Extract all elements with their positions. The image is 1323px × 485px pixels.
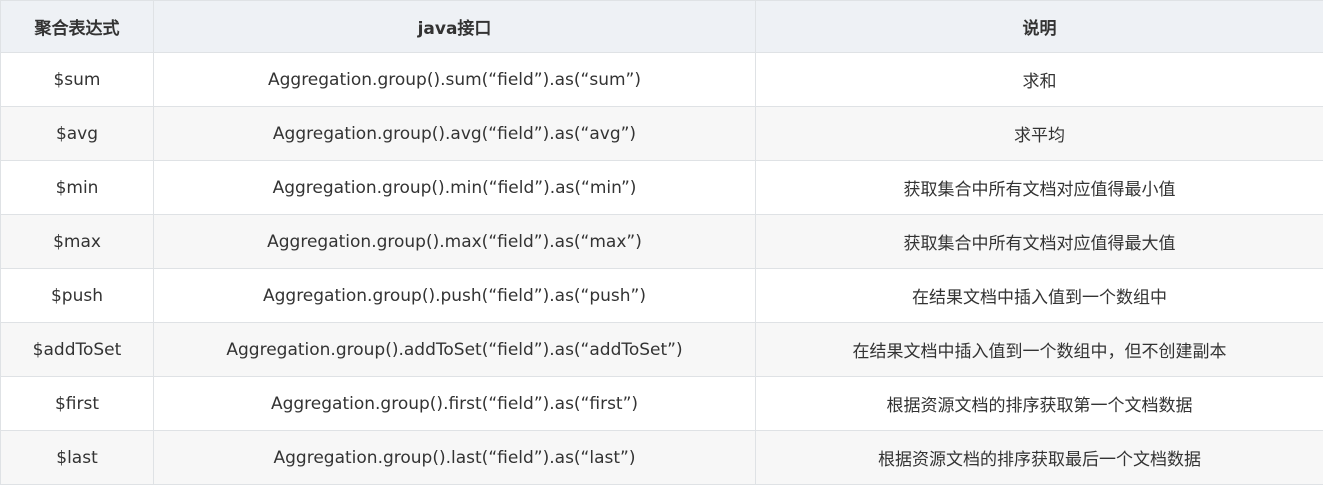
- cell-java-interface: Aggregation.group().avg(“field”).as(“avg…: [154, 107, 756, 161]
- table-row: $min Aggregation.group().min(“field”).as…: [1, 161, 1323, 215]
- aggregation-table: 聚合表达式 java接口 说明 $sum Aggregation.group()…: [0, 0, 1323, 485]
- table-row: $sum Aggregation.group().sum(“field”).as…: [1, 53, 1323, 107]
- cell-expression: $push: [1, 269, 154, 323]
- cell-expression: $max: [1, 215, 154, 269]
- cell-expression: $last: [1, 431, 154, 485]
- table-row: $last Aggregation.group().last(“field”).…: [1, 431, 1323, 485]
- table-row: $addToSet Aggregation.group().addToSet(“…: [1, 323, 1323, 377]
- cell-description: 求平均: [756, 107, 1323, 161]
- header-expression: 聚合表达式: [1, 1, 154, 53]
- cell-java-interface: Aggregation.group().sum(“field”).as(“sum…: [154, 53, 756, 107]
- cell-description: 在结果文档中插入值到一个数组中: [756, 269, 1323, 323]
- cell-description: 根据资源文档的排序获取第一个文档数据: [756, 377, 1323, 431]
- cell-description: 求和: [756, 53, 1323, 107]
- cell-java-interface: Aggregation.group().first(“field”).as(“f…: [154, 377, 756, 431]
- cell-java-interface: Aggregation.group().addToSet(“field”).as…: [154, 323, 756, 377]
- table-row: $max Aggregation.group().max(“field”).as…: [1, 215, 1323, 269]
- table-row: $avg Aggregation.group().avg(“field”).as…: [1, 107, 1323, 161]
- cell-description: 在结果文档中插入值到一个数组中，但不创建副本: [756, 323, 1323, 377]
- header-java-interface: java接口: [154, 1, 756, 53]
- cell-java-interface: Aggregation.group().push(“field”).as(“pu…: [154, 269, 756, 323]
- table-row: $first Aggregation.group().first(“field”…: [1, 377, 1323, 431]
- cell-expression: $min: [1, 161, 154, 215]
- cell-java-interface: Aggregation.group().min(“field”).as(“min…: [154, 161, 756, 215]
- cell-description: 根据资源文档的排序获取最后一个文档数据: [756, 431, 1323, 485]
- cell-java-interface: Aggregation.group().last(“field”).as(“la…: [154, 431, 756, 485]
- cell-expression: $avg: [1, 107, 154, 161]
- cell-expression: $sum: [1, 53, 154, 107]
- table-row: $push Aggregation.group().push(“field”).…: [1, 269, 1323, 323]
- cell-description: 获取集合中所有文档对应值得最大值: [756, 215, 1323, 269]
- cell-java-interface: Aggregation.group().max(“field”).as(“max…: [154, 215, 756, 269]
- cell-expression: $addToSet: [1, 323, 154, 377]
- header-row: 聚合表达式 java接口 说明: [1, 1, 1323, 53]
- header-description: 说明: [756, 1, 1323, 53]
- cell-description: 获取集合中所有文档对应值得最小值: [756, 161, 1323, 215]
- cell-expression: $first: [1, 377, 154, 431]
